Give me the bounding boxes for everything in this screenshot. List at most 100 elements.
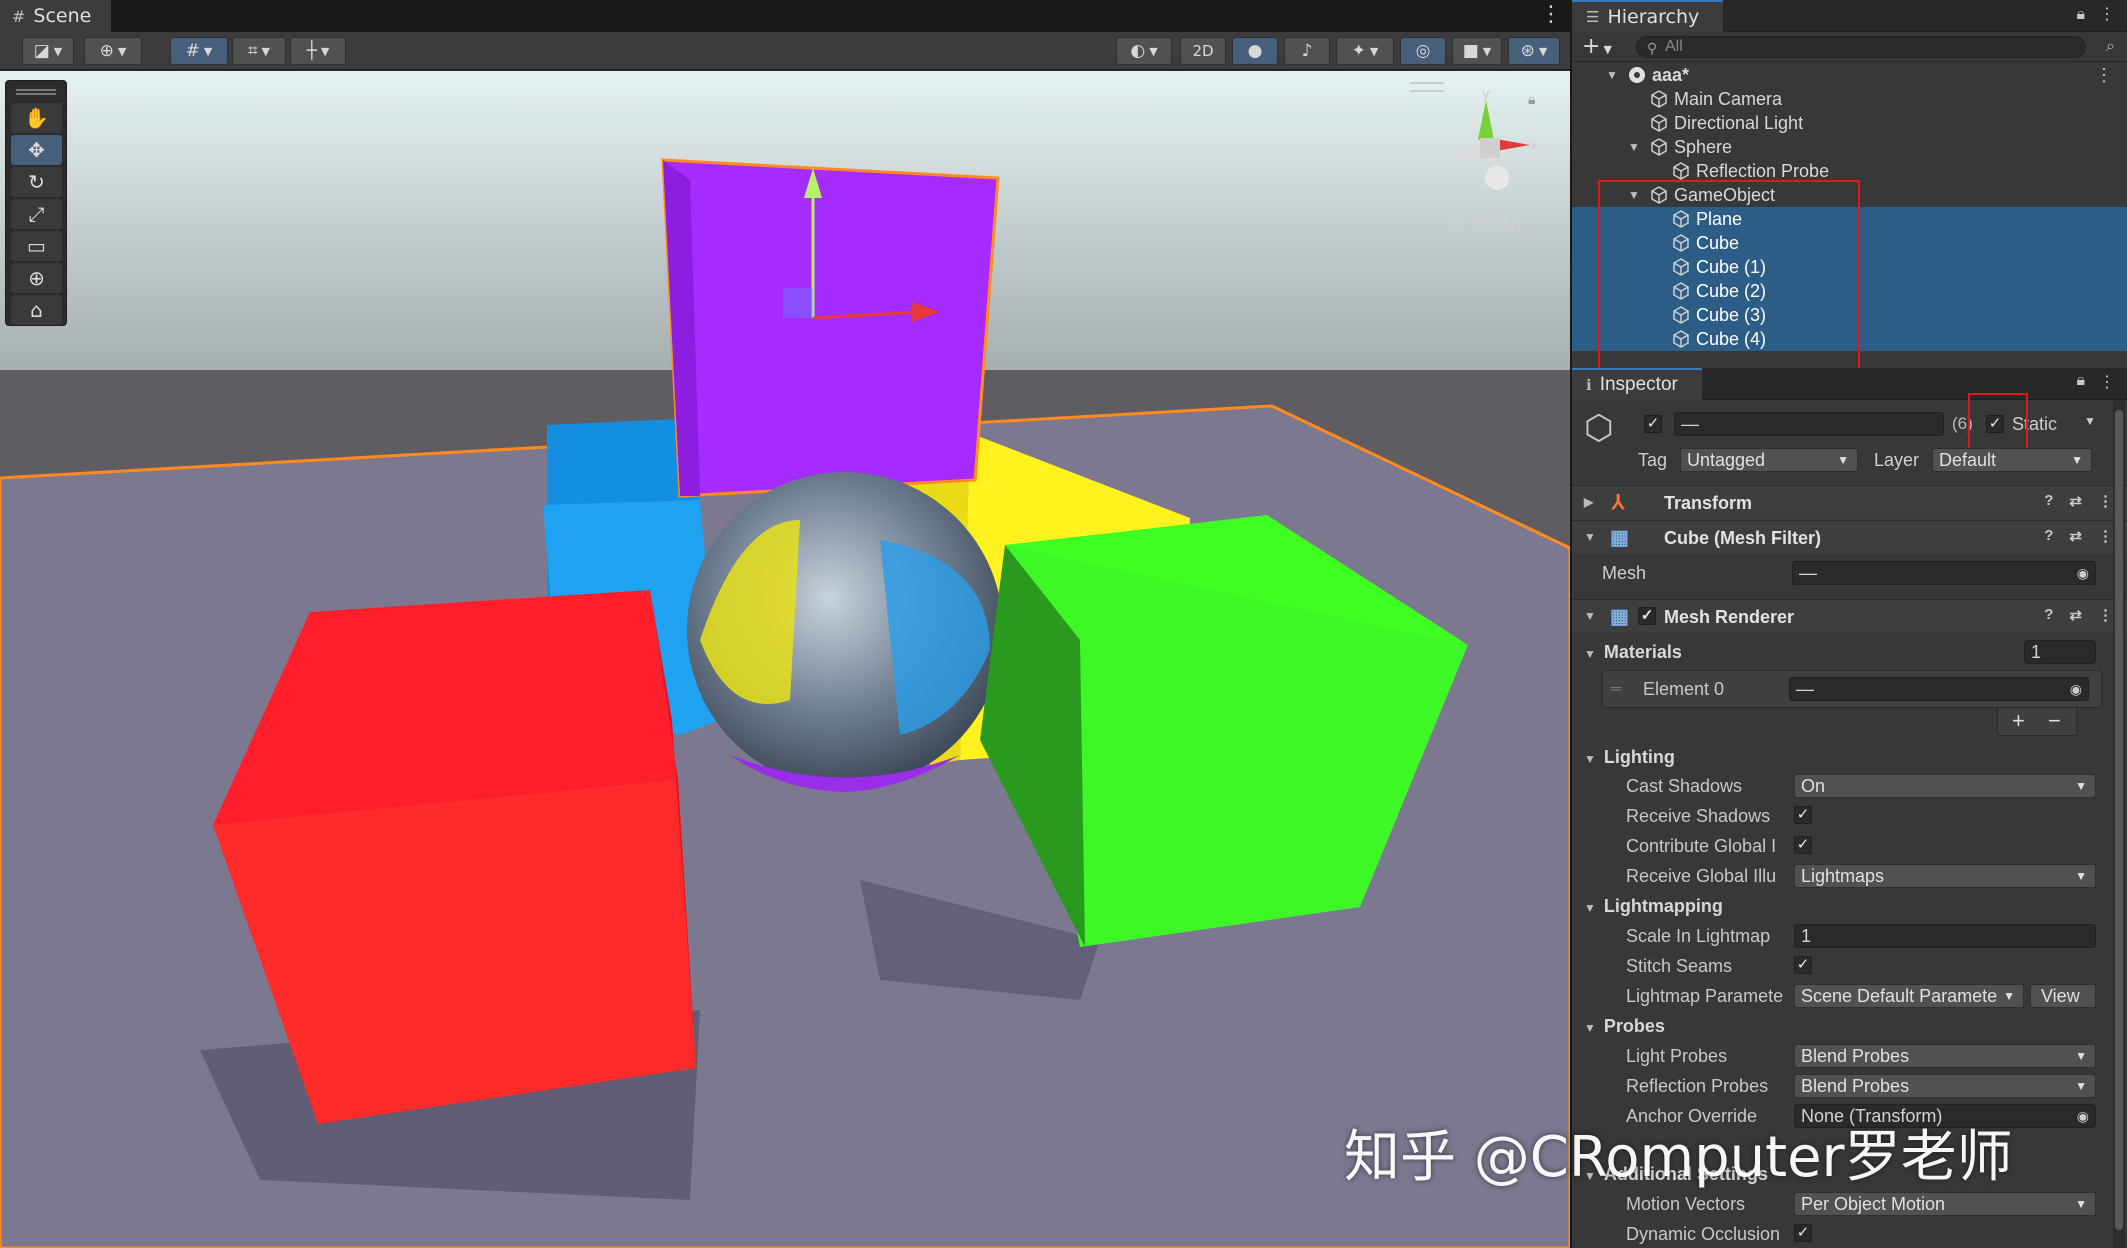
lighting-section[interactable]: ▼ Lighting (1584, 747, 1675, 768)
move-gizmo-plane-handle[interactable] (783, 288, 813, 318)
tab-scene[interactable]: # Scene (0, 0, 113, 32)
effects-icon: ✦ (1351, 41, 1366, 61)
mesh-filter-title: Cube (Mesh Filter) (1664, 528, 1822, 548)
materials-section[interactable]: ▼ Materials (1584, 642, 1682, 663)
projection-label[interactable]: < Persp (1448, 212, 1522, 234)
cube-purple[interactable] (661, 158, 1000, 498)
globe-icon: ⊕ (99, 41, 114, 61)
more-icon[interactable]: ⋮ (2098, 606, 2113, 624)
draw-mode-button[interactable]: ◪ ▼ (22, 37, 74, 65)
probes-section[interactable]: ▼ Probes (1584, 1016, 1665, 1037)
cast-shadows-dropdown[interactable]: On ▼ (1794, 774, 2096, 798)
custom-tool-button[interactable]: ⌂ (11, 295, 62, 325)
inspector-tabbar: ℹ Inspector 🔒︎ ⋮ (1572, 368, 2127, 400)
camera-button[interactable]: ■ ▼ (1452, 37, 1502, 65)
remove-element-button[interactable]: − (2048, 708, 2061, 734)
help-icon[interactable]: ? (2044, 606, 2053, 624)
element0-field[interactable]: — ◉ (1789, 677, 2089, 701)
tab-inspector[interactable]: ℹ Inspector (1572, 368, 1702, 400)
scrollbar-thumb[interactable] (2115, 410, 2123, 1230)
more-icon[interactable]: ⋮ (2095, 65, 2113, 86)
audio-toggle-button[interactable]: ♪ (1284, 37, 1330, 65)
materials-size-field[interactable]: 1 (2024, 640, 2096, 664)
preset-icon[interactable]: ⇄ (2069, 492, 2082, 510)
preset-icon[interactable]: ⇄ (2069, 527, 2082, 545)
contribute-gi-checkbox[interactable]: ✓ (1794, 836, 1812, 854)
reflection-probes-dropdown[interactable]: Blend Probes ▼ (1794, 1074, 2096, 1098)
transform-component-header[interactable]: ▶ ⅄ Transform ? ⇄ ⋮ (1572, 485, 2127, 519)
more-icon[interactable]: ⋮ (2099, 4, 2115, 24)
hand-tool-button[interactable]: ✋ (11, 103, 62, 133)
gizmo-menu-icon[interactable] (1410, 82, 1444, 92)
toggle-2d-button[interactable]: 2D (1180, 37, 1226, 65)
lightmap-params-view-button[interactable]: View (2030, 984, 2096, 1008)
hidden-objects-button[interactable]: ◎ (1400, 37, 1446, 65)
static-dropdown-icon[interactable]: ▼ (2084, 414, 2096, 428)
tag-dropdown[interactable]: Untagged ▼ (1680, 448, 1858, 472)
lock-icon[interactable]: 🔒︎ (1528, 92, 1535, 108)
hierarchy-item[interactable]: ▼ Sphere (1572, 135, 2127, 159)
light-probes-dropdown[interactable]: Blend Probes ▼ (1794, 1044, 2096, 1068)
hierarchy-item[interactable]: ▼ aaa* ⋮ (1572, 63, 2127, 87)
lightmap-params-dropdown[interactable]: Scene Default Paramete ▼ (1794, 984, 2024, 1008)
object-name-field[interactable]: — (1674, 412, 1944, 436)
gizmos-button[interactable]: ⊛ ▼ (1508, 37, 1560, 65)
object-picker-icon[interactable]: ◉ (2070, 678, 2082, 700)
dynamic-occlusion-checkbox[interactable]: ✓ (1794, 1224, 1812, 1242)
scene-viewport[interactable]: x y ✋ ✥ ↻ ⤢ ▭ ⊕ ⌂ 🔒︎ < Persp (0, 71, 1570, 1248)
lock-icon[interactable]: 🔒︎ (2076, 4, 2085, 24)
receive-gi-dropdown[interactable]: Lightmaps ▼ (1794, 864, 2096, 888)
move-tool-button[interactable]: ✥ (11, 135, 62, 165)
mesh-renderer-component-header[interactable]: ▼ ▦ ✓ Mesh Renderer ? ⇄ ⋮ (1572, 599, 2127, 633)
lighting-toggle-button[interactable]: ● (1232, 37, 1278, 65)
increment-snap-button[interactable]: ┼ ▼ (290, 37, 346, 65)
hierarchy-item[interactable]: Directional Light (1572, 111, 2127, 135)
effects-button[interactable]: ✦ ▼ (1336, 37, 1394, 65)
collapse-arrow-icon[interactable]: ▼ (1584, 530, 1596, 544)
reorder-handle-icon[interactable]: ═ (1611, 680, 1621, 696)
create-button[interactable]: + ▼ (1582, 34, 1612, 59)
mesh-field[interactable]: — ◉ (1792, 561, 2096, 585)
stitch-seams-checkbox[interactable]: ✓ (1794, 956, 1812, 974)
rect-tool-button[interactable]: ▭ (11, 231, 62, 261)
receive-shadows-checkbox[interactable]: ✓ (1794, 806, 1812, 824)
collapse-arrow-icon[interactable]: ▼ (1584, 609, 1596, 623)
help-icon[interactable]: ? (2044, 527, 2053, 545)
add-element-button[interactable]: + (2012, 708, 2025, 734)
more-icon[interactable]: ⋮ (2098, 527, 2113, 545)
expand-arrow-icon[interactable]: ▼ (1628, 140, 1640, 154)
tab-hierarchy[interactable]: ☰ Hierarchy (1572, 0, 1724, 32)
hierarchy-search-input[interactable]: ⚲ All (1636, 36, 2086, 58)
more-icon[interactable]: ⋮ (2098, 492, 2113, 510)
search-by-type-icon[interactable]: ⌕ (2106, 36, 2115, 56)
inspector-scrollbar[interactable] (2113, 400, 2125, 1248)
scene-more-icon[interactable]: ⋮ (1540, 2, 1562, 27)
active-checkbox[interactable]: ✓ (1644, 415, 1662, 433)
global-local-button[interactable]: ⊕ ▼ (84, 37, 142, 65)
lock-icon[interactable]: 🔒︎ (2076, 372, 2085, 392)
shading-mode-button[interactable]: ◐ ▼ (1116, 37, 1172, 65)
mesh-filter-component-header[interactable]: ▼ ▦ Cube (Mesh Filter) ? ⇄ ⋮ (1572, 520, 2127, 554)
lightmapping-section[interactable]: ▼ Lightmapping (1584, 896, 1723, 917)
object-picker-icon[interactable]: ◉ (2077, 1105, 2089, 1127)
more-icon[interactable]: ⋮ (2099, 372, 2115, 392)
object-picker-icon[interactable]: ◉ (2077, 562, 2089, 584)
palette-grip-icon[interactable] (16, 89, 56, 95)
gameobject-cube-icon (1650, 90, 1668, 108)
grid-snap-button[interactable]: # ▼ (170, 37, 228, 65)
grid-visibility-button[interactable]: ⌗ ▼ (232, 37, 286, 65)
hierarchy-item[interactable]: Main Camera (1572, 87, 2127, 111)
transform-tool-button[interactable]: ⊕ (11, 263, 62, 293)
layer-dropdown[interactable]: Default ▼ (1932, 448, 2092, 472)
mesh-value: — (1799, 563, 1817, 583)
preset-icon[interactable]: ⇄ (2069, 606, 2082, 624)
mesh-renderer-enabled-checkbox[interactable]: ✓ (1638, 607, 1656, 625)
scale-tool-button[interactable]: ⤢ (11, 199, 62, 229)
motion-vectors-dropdown[interactable]: Per Object Motion ▼ (1794, 1192, 2096, 1216)
rotate-tool-button[interactable]: ↻ (11, 167, 62, 197)
motion-vectors-value: Per Object Motion (1801, 1194, 1946, 1214)
scale-lightmap-field[interactable]: 1 (1794, 924, 2096, 948)
expand-arrow-icon[interactable]: ▼ (1606, 68, 1618, 82)
help-icon[interactable]: ? (2044, 492, 2053, 510)
collapse-arrow-icon[interactable]: ▶ (1584, 495, 1593, 509)
